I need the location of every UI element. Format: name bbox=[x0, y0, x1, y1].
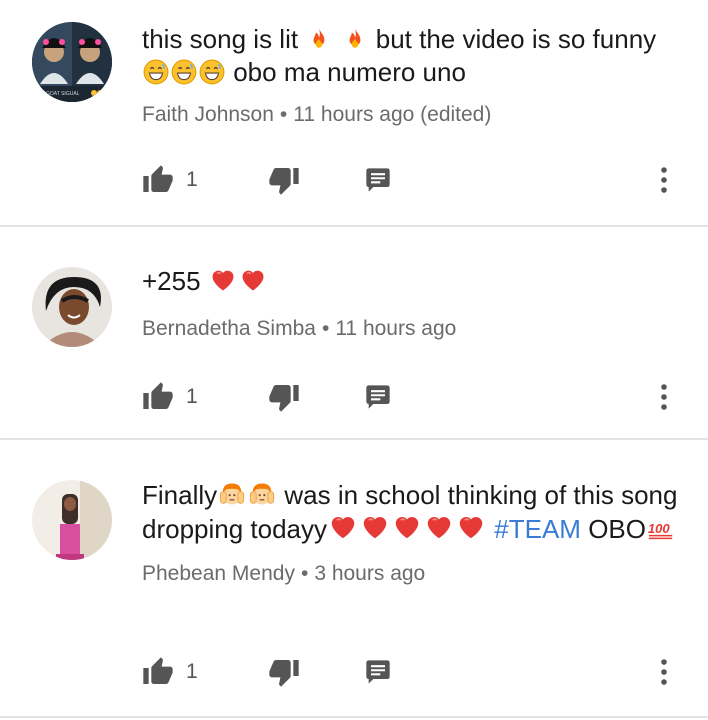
face-palm-emoji bbox=[218, 480, 246, 508]
comment-actions: 1 bbox=[0, 160, 708, 200]
thumb-up-icon bbox=[142, 381, 174, 413]
heart-emoji bbox=[360, 512, 390, 542]
dislike-button[interactable] bbox=[268, 377, 300, 417]
reply-button[interactable] bbox=[364, 652, 392, 692]
heart-emoji bbox=[328, 512, 358, 542]
thumb-down-icon bbox=[268, 164, 300, 196]
comment-actions: 1 bbox=[0, 377, 708, 417]
heart-emoji bbox=[239, 266, 267, 294]
comment-time: 11 hours ago bbox=[335, 317, 457, 340]
comment-text-part: Finally bbox=[142, 480, 218, 510]
reply-comment-icon bbox=[364, 166, 392, 194]
heart-emoji bbox=[209, 266, 237, 294]
comment-text: Finally was in school thinking of this s… bbox=[142, 479, 678, 546]
comment-text-part: obo ma numero uno bbox=[226, 57, 466, 87]
comment-time: 3 hours ago bbox=[314, 562, 426, 585]
avatar[interactable] bbox=[32, 267, 112, 347]
dislike-button[interactable] bbox=[268, 160, 300, 200]
comment-text-part: OBO bbox=[588, 514, 646, 544]
grinning-sweat-emoji bbox=[143, 59, 169, 85]
more-vertical-icon bbox=[660, 658, 668, 686]
author-name[interactable]: Phebean Mendy bbox=[142, 562, 295, 585]
comment-text: +255 bbox=[142, 265, 678, 298]
hashtag-link[interactable]: #TEAM bbox=[494, 514, 581, 544]
author-name[interactable]: Bernadetha Simba bbox=[142, 317, 316, 340]
grinning-sweat-emoji bbox=[199, 59, 225, 85]
thumb-up-icon bbox=[142, 164, 174, 196]
author-name[interactable]: Faith Johnson bbox=[142, 103, 274, 126]
heart-emoji bbox=[456, 512, 486, 542]
fire-emoji bbox=[342, 26, 368, 52]
thumb-down-icon bbox=[268, 381, 300, 413]
more-options-button[interactable] bbox=[660, 652, 668, 692]
meta-separator: • bbox=[279, 103, 288, 126]
avatar[interactable] bbox=[32, 480, 112, 560]
comment-text-part: this song is lit bbox=[142, 24, 306, 54]
thumb-up-icon bbox=[142, 656, 174, 688]
like-button[interactable] bbox=[142, 652, 174, 692]
reply-button[interactable] bbox=[364, 160, 392, 200]
comment-item: +255 Bernadetha Simba • 11 hours ago 1 bbox=[0, 227, 708, 440]
face-palm-emoji bbox=[248, 480, 276, 508]
avatar-caption: GOAT SIGUAL bbox=[46, 91, 80, 97]
like-button[interactable] bbox=[142, 160, 174, 200]
comment-actions: 1 bbox=[0, 652, 708, 692]
more-options-button[interactable] bbox=[660, 377, 668, 417]
meta-separator: • bbox=[300, 562, 309, 585]
dislike-button[interactable] bbox=[268, 652, 300, 692]
reply-button[interactable] bbox=[364, 377, 392, 417]
thumb-down-icon bbox=[268, 656, 300, 688]
comment-text: this song is lit but the video is so fun… bbox=[142, 23, 678, 89]
fire-emoji bbox=[306, 26, 332, 52]
reply-comment-icon bbox=[364, 658, 392, 686]
heart-emoji bbox=[424, 512, 454, 542]
comment-text-part: +255 bbox=[142, 266, 208, 296]
more-options-button[interactable] bbox=[660, 160, 668, 200]
like-count: 1 bbox=[186, 660, 198, 683]
comment-meta: Phebean Mendy • 3 hours ago bbox=[142, 562, 425, 586]
comment-item: GOAT SIGUAL this song is lit but the vid… bbox=[0, 0, 708, 227]
hundred-points-emoji bbox=[647, 518, 675, 542]
grinning-sweat-emoji bbox=[171, 59, 197, 85]
more-vertical-icon bbox=[660, 383, 668, 411]
comment-item: Finally was in school thinking of this s… bbox=[0, 440, 708, 718]
like-count: 1 bbox=[186, 168, 198, 191]
more-vertical-icon bbox=[660, 166, 668, 194]
comment-meta: Bernadetha Simba • 11 hours ago bbox=[142, 317, 456, 341]
comment-list: GOAT SIGUAL this song is lit but the vid… bbox=[0, 0, 708, 718]
reply-comment-icon bbox=[364, 383, 392, 411]
heart-emoji bbox=[392, 512, 422, 542]
avatar[interactable]: GOAT SIGUAL bbox=[32, 22, 112, 102]
comment-time: 11 hours ago (edited) bbox=[293, 103, 492, 126]
comment-text-part: but the video is so funny bbox=[368, 24, 657, 54]
comment-meta: Faith Johnson • 11 hours ago (edited) bbox=[142, 103, 491, 127]
meta-separator: • bbox=[321, 317, 330, 340]
like-button[interactable] bbox=[142, 377, 174, 417]
like-count: 1 bbox=[186, 385, 198, 408]
